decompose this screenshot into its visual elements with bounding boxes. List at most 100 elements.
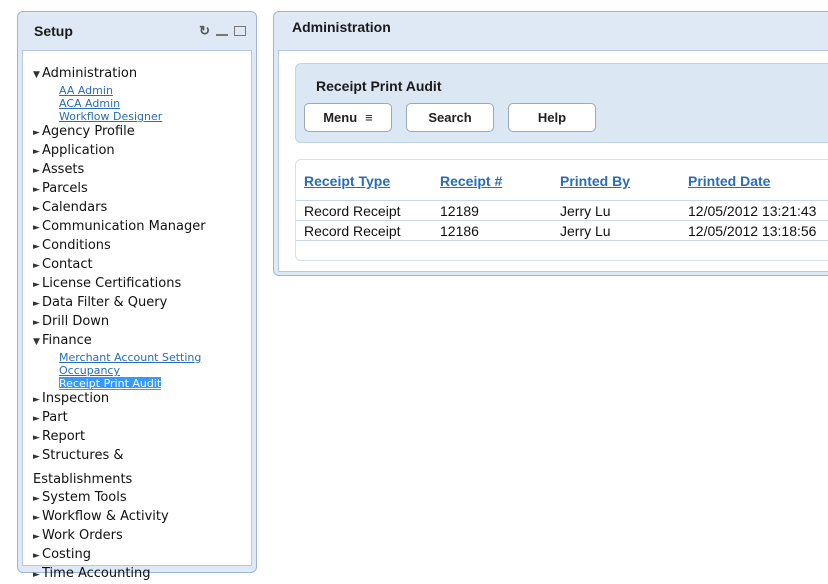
collapsed-arrow-icon: ► xyxy=(33,433,40,443)
tree-node-agency-profile[interactable]: ► Agency Profile xyxy=(33,123,251,142)
collapsed-arrow-icon: ► xyxy=(33,494,40,504)
collapsed-arrow-icon: ► xyxy=(33,513,40,523)
tree-node-label-continuation[interactable]: Establishments xyxy=(33,470,251,489)
tree-node-label: Contact xyxy=(42,257,93,272)
tree-node-conditions[interactable]: ► Conditions xyxy=(33,237,251,256)
tree-node-label: Inspection xyxy=(42,391,110,406)
tree-node-administration[interactable]: ▼ Administration xyxy=(33,65,251,84)
results-table: Receipt Type Receipt # Printed By Printe… xyxy=(295,159,828,261)
tree-node-label: Agency Profile xyxy=(42,124,135,139)
tree-node-label: System Tools xyxy=(42,490,127,505)
column-header-printed-date[interactable]: Printed Date xyxy=(688,173,770,189)
restore-icon[interactable] xyxy=(234,26,246,36)
tree-link-aca-admin[interactable]: ACA Admin xyxy=(59,97,120,110)
setup-panel-header: Setup ↻ xyxy=(18,12,256,50)
table-row[interactable]: Record Receipt 12186 Jerry Lu 12/05/2012… xyxy=(296,220,828,241)
refresh-icon[interactable]: ↻ xyxy=(199,23,210,39)
cell-receipt-number: 12189 xyxy=(440,203,479,219)
tree-node-inspection[interactable]: ► Inspection xyxy=(33,390,251,409)
tree-node-costing[interactable]: ► Costing xyxy=(33,546,251,565)
table-bottom-divider xyxy=(296,240,828,241)
tree-node-label: Workflow & Activity xyxy=(42,509,169,524)
tree-node-label: Calendars xyxy=(42,200,108,215)
column-header-receipt-type[interactable]: Receipt Type xyxy=(304,173,390,189)
minimize-icon[interactable] xyxy=(216,34,228,36)
administration-panel-title: Administration xyxy=(292,19,391,35)
table-row[interactable]: Record Receipt 12189 Jerry Lu 12/05/2012… xyxy=(296,200,828,221)
tree-link-occupancy[interactable]: Occupancy xyxy=(59,364,120,377)
tree-link-merchant-account-setting[interactable]: Merchant Account Setting xyxy=(59,351,201,364)
tree-node-report[interactable]: ► Report xyxy=(33,428,251,447)
column-header-printed-by[interactable]: Printed By xyxy=(560,173,630,189)
tree-node-data-filter-query[interactable]: ► Data Filter & Query xyxy=(33,294,251,313)
collapsed-arrow-icon: ► xyxy=(33,223,40,233)
tree-node-parcels[interactable]: ► Parcels xyxy=(33,180,251,199)
collapsed-arrow-icon: ► xyxy=(33,452,40,462)
tree-node-contact[interactable]: ► Contact xyxy=(33,256,251,275)
tree-node-label: Conditions xyxy=(42,238,111,253)
tree-node-calendars[interactable]: ► Calendars xyxy=(33,199,251,218)
tree-node-communication-manager[interactable]: ► Communication Manager xyxy=(33,218,251,237)
cell-printed-date: 12/05/2012 13:21:43 xyxy=(688,203,817,219)
tree-node-work-orders[interactable]: ► Work Orders xyxy=(33,527,251,546)
cell-printed-by: Jerry Lu xyxy=(560,223,611,239)
tree-node-label: Data Filter & Query xyxy=(42,295,168,310)
search-button[interactable]: Search xyxy=(406,103,494,132)
collapsed-arrow-icon: ► xyxy=(33,166,40,176)
tree-node-label: Communication Manager xyxy=(42,219,206,234)
tree-node-drill-down[interactable]: ► Drill Down xyxy=(33,313,251,332)
setup-tree: ▼ Administration AA Admin ACA Admin Workf… xyxy=(22,50,252,581)
collapsed-arrow-icon: ► xyxy=(33,242,40,252)
administration-panel: Administration Receipt Print Audit Menu … xyxy=(273,11,828,276)
collapsed-arrow-icon: ► xyxy=(33,204,40,214)
page-toolbar: Receipt Print Audit Menu ≡ Search Help xyxy=(295,63,828,143)
expanded-arrow-icon: ▼ xyxy=(33,337,40,347)
tree-node-label: Application xyxy=(42,143,115,158)
tree-node-label: Structures & xyxy=(42,448,124,463)
tree-node-structures-establishments[interactable]: ► Structures & xyxy=(33,447,251,466)
menu-button[interactable]: Menu ≡ xyxy=(304,103,392,132)
cell-receipt-type: Record Receipt xyxy=(304,223,401,239)
collapsed-arrow-icon: ► xyxy=(33,414,40,424)
setup-panel-title: Setup xyxy=(34,23,73,39)
tree-node-finance[interactable]: ▼ Finance xyxy=(33,332,251,351)
collapsed-arrow-icon: ► xyxy=(33,147,40,157)
administration-content: Receipt Print Audit Menu ≡ Search Help R… xyxy=(278,50,828,272)
tree-node-label: Finance xyxy=(42,333,92,348)
tree-node-license-certifications[interactable]: ► License Certifications xyxy=(33,275,251,294)
collapsed-arrow-icon: ► xyxy=(33,318,40,328)
page-title: Receipt Print Audit xyxy=(316,78,442,94)
collapsed-arrow-icon: ► xyxy=(33,185,40,195)
tree-node-label: Work Orders xyxy=(42,528,123,543)
tree-link-aa-admin[interactable]: AA Admin xyxy=(59,84,113,97)
tree-node-part[interactable]: ► Part xyxy=(33,409,251,428)
collapsed-arrow-icon: ► xyxy=(33,551,40,561)
tree-node-time-accounting[interactable]: ► Time Accounting xyxy=(33,565,251,584)
menu-icon: ≡ xyxy=(365,110,373,125)
tree-node-assets[interactable]: ► Assets xyxy=(33,161,251,180)
collapsed-arrow-icon: ► xyxy=(33,280,40,290)
tree-node-system-tools[interactable]: ► System Tools xyxy=(33,489,251,508)
cell-receipt-type: Record Receipt xyxy=(304,203,401,219)
tree-node-workflow-activity[interactable]: ► Workflow & Activity xyxy=(33,508,251,527)
column-header-receipt-number[interactable]: Receipt # xyxy=(440,173,502,189)
expanded-arrow-icon: ▼ xyxy=(33,70,40,80)
cell-printed-by: Jerry Lu xyxy=(560,203,611,219)
menu-button-label: Menu xyxy=(323,110,358,125)
collapsed-arrow-icon: ► xyxy=(33,532,40,542)
tree-node-label: Time Accounting xyxy=(42,566,151,581)
collapsed-arrow-icon: ► xyxy=(33,395,40,405)
collapsed-arrow-icon: ► xyxy=(33,261,40,271)
tree-node-label: Part xyxy=(42,410,68,425)
tree-node-label: Administration xyxy=(42,66,138,81)
cell-printed-date: 12/05/2012 13:18:56 xyxy=(688,223,817,239)
tree-node-application[interactable]: ► Application xyxy=(33,142,251,161)
collapsed-arrow-icon: ► xyxy=(33,128,40,138)
tree-link-workflow-designer[interactable]: Workflow Designer xyxy=(59,110,162,123)
tree-node-label: Assets xyxy=(42,162,85,177)
tree-node-label: Costing xyxy=(42,547,92,562)
collapsed-arrow-icon: ► xyxy=(33,570,40,580)
tree-link-receipt-print-audit[interactable]: Receipt Print Audit xyxy=(59,377,162,390)
setup-panel: Setup ↻ ▼ Administration AA Admin ACA Adm… xyxy=(17,11,257,581)
help-button[interactable]: Help xyxy=(508,103,596,132)
